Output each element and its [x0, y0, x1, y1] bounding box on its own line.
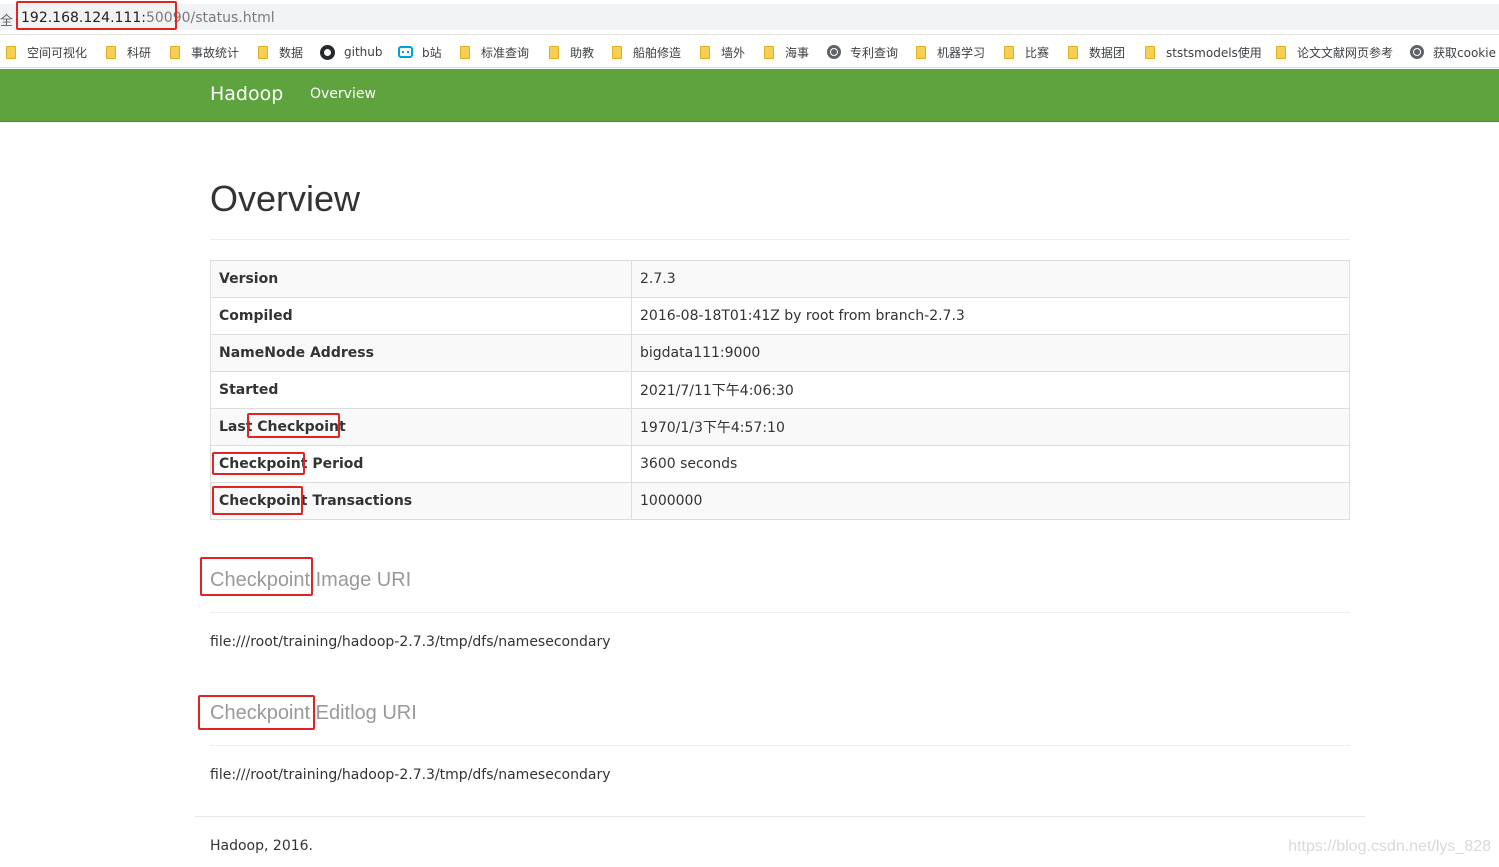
- bookmark-item[interactable]: 科研: [106, 43, 151, 61]
- table-row: Checkpoint Period 3600 seconds: [210, 445, 1350, 483]
- bookmark-label: 墙外: [721, 45, 746, 60]
- row-key: NameNode Address: [210, 334, 632, 372]
- bookmark-item[interactable]: 空间可视化: [6, 43, 87, 61]
- bookmark-item[interactable]: 获取cookie: [1410, 43, 1496, 61]
- bookmark-label: ststsmodels使用: [1166, 45, 1262, 60]
- table-row: NameNode Address bigdata111:9000: [210, 334, 1350, 372]
- folder-icon: [612, 45, 622, 59]
- checkpoint-image-uri-heading: Checkpoint Image URI: [210, 569, 412, 591]
- checkpoint-editlog-uri-heading: Checkpoint Editlog URI: [210, 702, 417, 724]
- bookmark-item[interactable]: 数据: [258, 43, 303, 61]
- navbar-brand[interactable]: Hadoop: [210, 83, 283, 105]
- checkpoint-image-uri-value: file:///root/training/hadoop-2.7.3/tmp/d…: [210, 634, 611, 650]
- folder-icon: [1004, 45, 1014, 59]
- bookmark-item[interactable]: b站: [398, 43, 442, 61]
- bookmark-item[interactable]: 数据团: [1068, 43, 1125, 61]
- footer-text: Hadoop, 2016.: [210, 838, 313, 854]
- folder-icon: [549, 45, 559, 59]
- folder-icon: [1145, 45, 1155, 59]
- bookmark-label: github: [344, 45, 383, 59]
- url-path: /status.html: [190, 10, 275, 26]
- row-key: Compiled: [210, 297, 632, 335]
- title-divider: [210, 239, 1350, 240]
- table-row: Version 2.7.3: [210, 260, 1350, 298]
- row-value: 2.7.3: [631, 260, 1350, 298]
- bookmark-item[interactable]: 论文文献网页参考: [1276, 43, 1393, 61]
- folder-icon: [6, 45, 16, 59]
- url-field[interactable]: 全 192.168.124.111:50090/status.html: [0, 4, 1499, 30]
- globe-icon: [1410, 45, 1424, 59]
- row-value: 2021/7/11下午4:06:30: [631, 371, 1350, 409]
- hadoop-navbar: Hadoop Overview: [0, 69, 1499, 122]
- globe-icon: [827, 45, 841, 59]
- url-port: 50090: [145, 10, 191, 26]
- table-row: Started 2021/7/11下午4:06:30: [210, 371, 1350, 409]
- bookmark-item[interactable]: 机器学习: [916, 43, 985, 61]
- row-value: 3600 seconds: [631, 445, 1350, 483]
- bookmark-item[interactable]: 专利查询: [827, 43, 898, 61]
- bookmark-item[interactable]: 船舶修造: [612, 43, 681, 61]
- row-key: Checkpoint Period: [210, 445, 632, 483]
- folder-icon: [764, 45, 774, 59]
- row-key: Last Checkpoint: [210, 408, 632, 446]
- bookmark-label: 事故统计: [191, 45, 240, 60]
- bookmark-item[interactable]: 事故统计: [170, 43, 239, 61]
- section-divider: [210, 745, 1350, 746]
- bookmark-label: b站: [422, 45, 442, 60]
- overview-table: Version 2.7.3 Compiled 2016-08-18T01:41Z by…: [210, 260, 1350, 520]
- bookmark-label: 海事: [785, 45, 810, 60]
- bookmark-label: 船舶修造: [633, 45, 682, 60]
- bookmark-item[interactable]: ststsmodels使用: [1145, 43, 1262, 61]
- bookmark-item[interactable]: 海事: [764, 43, 809, 61]
- row-value: 1000000: [631, 482, 1350, 520]
- bookmark-label: 论文文献网页参考: [1297, 45, 1394, 60]
- table-row: Compiled 2016-08-18T01:41Z by root from b…: [210, 297, 1350, 335]
- table-row: Last Checkpoint 1970/1/3下午4:57:10: [210, 408, 1350, 446]
- watermark: https://blog.csdn.net/lys_828: [1288, 838, 1491, 855]
- folder-icon: [106, 45, 116, 59]
- bookmark-label: 标准查询: [481, 45, 530, 60]
- bookmark-item[interactable]: 标准查询: [460, 43, 529, 61]
- row-key: Checkpoint Transactions: [210, 482, 632, 520]
- row-value: 1970/1/3下午4:57:10: [631, 408, 1350, 446]
- folder-icon: [1068, 45, 1078, 59]
- row-value: 2016-08-18T01:41Z by root from branch-2.…: [631, 297, 1350, 335]
- row-value: bigdata111:9000: [631, 334, 1350, 372]
- bookmark-label: 数据: [279, 45, 304, 60]
- browser-address-bar: 全 192.168.124.111:50090/status.html: [0, 0, 1499, 35]
- github-icon: [320, 44, 335, 60]
- page-title: Overview: [210, 178, 361, 219]
- nav-link-overview[interactable]: Overview: [310, 86, 376, 102]
- bookmark-label: 数据团: [1089, 45, 1126, 60]
- bookmark-label: 获取cookie: [1433, 45, 1496, 60]
- bookmark-item[interactable]: github: [320, 43, 382, 61]
- bookmark-item[interactable]: 比赛: [1004, 43, 1049, 61]
- footer-divider: [195, 816, 1365, 817]
- folder-icon: [258, 45, 268, 59]
- url-text[interactable]: 192.168.124.111:50090/status.html: [21, 10, 275, 26]
- table-row: Checkpoint Transactions 1000000: [210, 482, 1350, 520]
- bookmark-label: 助教: [570, 45, 595, 60]
- bookmark-label: 空间可视化: [27, 45, 88, 60]
- bilibili-icon: [398, 46, 413, 58]
- folder-icon: [700, 45, 710, 59]
- folder-icon: [460, 45, 470, 59]
- row-key: Version: [210, 260, 632, 298]
- bookmarks-bar: 空间可视化 科研 事故统计 数据 github b站 标准查询 助教 船舶修造 墙外 海事 专利查询 机…: [0, 35, 1499, 68]
- folder-icon: [916, 45, 926, 59]
- row-key: Started: [210, 371, 632, 409]
- folder-icon: [170, 45, 180, 59]
- section-divider: [210, 612, 1350, 613]
- bookmark-item[interactable]: 助教: [549, 43, 594, 61]
- url-host: 192.168.124.111:: [21, 10, 146, 26]
- bookmark-label: 科研: [127, 45, 152, 60]
- bookmark-label: 机器学习: [937, 45, 986, 60]
- checkpoint-editlog-uri-value: file:///root/training/hadoop-2.7.3/tmp/d…: [210, 767, 611, 783]
- site-info-icon[interactable]: 全: [0, 10, 13, 29]
- bookmark-label: 专利查询: [850, 45, 899, 60]
- bookmark-label: 比赛: [1025, 45, 1050, 60]
- bookmark-item[interactable]: 墙外: [700, 43, 745, 61]
- folder-icon: [1276, 45, 1286, 59]
